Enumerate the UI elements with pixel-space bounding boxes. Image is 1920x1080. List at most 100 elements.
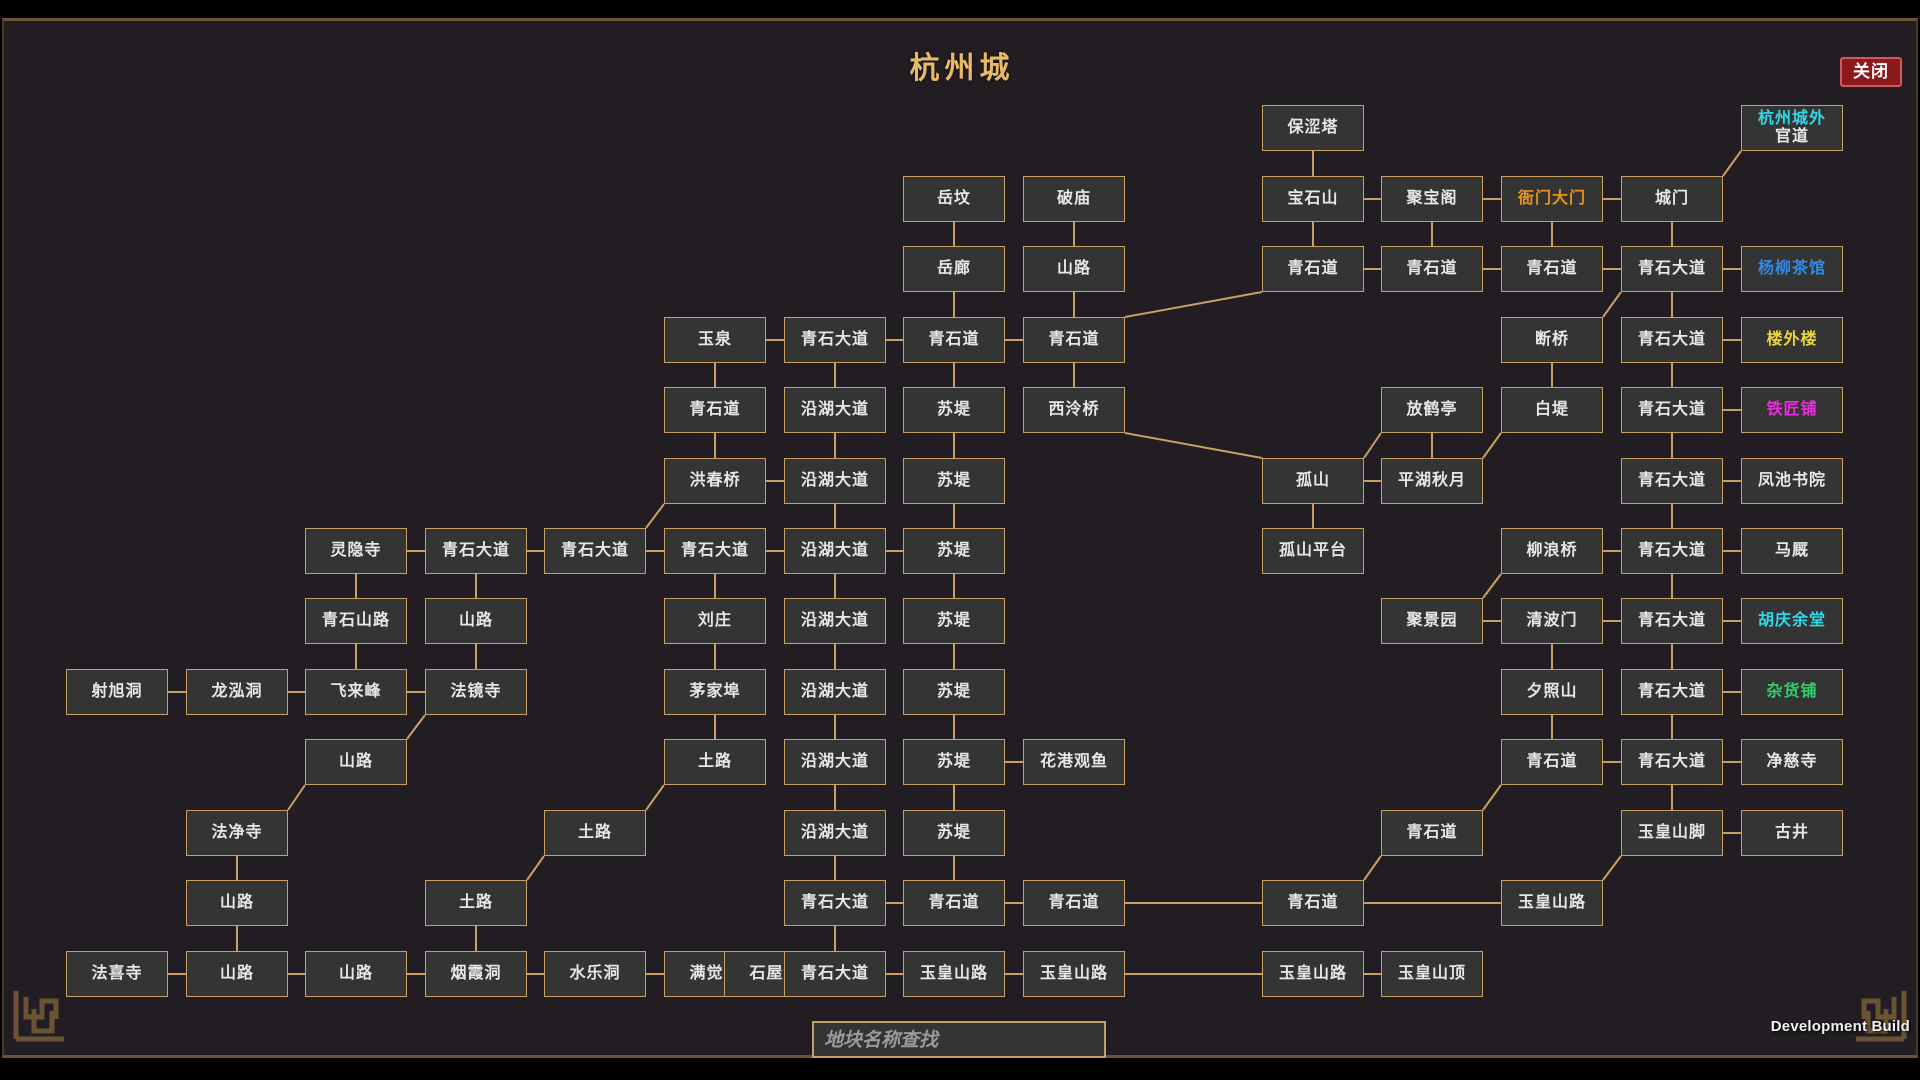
map-tile[interactable]: 刘庄 <box>664 598 766 644</box>
map-tile[interactable]: 青石大道 <box>544 528 646 574</box>
map-tile[interactable]: 清波门 <box>1501 598 1603 644</box>
map-tile[interactable]: 放鹤亭 <box>1381 387 1483 433</box>
map-tile[interactable]: 沿湖大道 <box>784 458 886 504</box>
map-tile[interactable]: 苏堤 <box>903 810 1005 856</box>
map-tile[interactable]: 青石大道 <box>1621 669 1723 715</box>
map-tile[interactable]: 沿湖大道 <box>784 669 886 715</box>
map-tile[interactable]: 聚宝阁 <box>1381 176 1483 222</box>
map-tile[interactable]: 苏堤 <box>903 739 1005 785</box>
tile-search-box[interactable] <box>812 1021 1106 1058</box>
map-tile[interactable]: 青石大道 <box>784 951 886 997</box>
map-tile[interactable]: 苏堤 <box>903 458 1005 504</box>
map-tile[interactable]: 苏堤 <box>903 528 1005 574</box>
map-tile[interactable]: 衙门大门 <box>1501 176 1603 222</box>
map-tile[interactable]: 玉皇山顶 <box>1381 951 1483 997</box>
map-tile[interactable]: 青石道 <box>1381 246 1483 292</box>
map-tile[interactable]: 平湖秋月 <box>1381 458 1483 504</box>
map-tile[interactable]: 宝石山 <box>1262 176 1364 222</box>
map-tile[interactable]: 青石道 <box>903 317 1005 363</box>
map-tile[interactable]: 飞来峰 <box>305 669 407 715</box>
map-tile[interactable]: 杂货铺 <box>1741 669 1843 715</box>
map-tile[interactable]: 玉皇山路 <box>1262 951 1364 997</box>
map-tile[interactable]: 土路 <box>544 810 646 856</box>
map-tile[interactable]: 苏堤 <box>903 669 1005 715</box>
map-tile[interactable]: 胡庆余堂 <box>1741 598 1843 644</box>
map-tile[interactable]: 沿湖大道 <box>784 810 886 856</box>
map-tile[interactable]: 沿湖大道 <box>784 739 886 785</box>
map-tile[interactable]: 沿湖大道 <box>784 387 886 433</box>
map-tile[interactable]: 柳浪桥 <box>1501 528 1603 574</box>
map-tile[interactable]: 凤池书院 <box>1741 458 1843 504</box>
map-tile[interactable]: 孤山平台 <box>1262 528 1364 574</box>
map-tile[interactable]: 灵隐寺 <box>305 528 407 574</box>
map-tile[interactable]: 西泠桥 <box>1023 387 1125 433</box>
map-tile[interactable]: 青石道 <box>1501 739 1603 785</box>
map-tile[interactable]: 玉皇山路 <box>1023 951 1125 997</box>
map-tile[interactable]: 法净寺 <box>186 810 288 856</box>
map-tile[interactable]: 青石道 <box>1501 246 1603 292</box>
map-tile[interactable]: 青石大道 <box>784 880 886 926</box>
map-tile[interactable]: 古井 <box>1741 810 1843 856</box>
map-tile[interactable]: 玉皇山脚 <box>1621 810 1723 856</box>
map-tile[interactable]: 洪春桥 <box>664 458 766 504</box>
map-tile[interactable]: 苏堤 <box>903 387 1005 433</box>
map-tile[interactable]: 马厩 <box>1741 528 1843 574</box>
map-tile[interactable]: 山路 <box>425 598 527 644</box>
map-tile[interactable]: 青石大道 <box>425 528 527 574</box>
map-tile[interactable]: 青石山路 <box>305 598 407 644</box>
map-tile[interactable]: 铁匠铺 <box>1741 387 1843 433</box>
map-tile[interactable]: 青石道 <box>1381 810 1483 856</box>
map-tile[interactable]: 土路 <box>664 739 766 785</box>
map-tile[interactable]: 山路 <box>1023 246 1125 292</box>
map-tile[interactable]: 杨柳茶馆 <box>1741 246 1843 292</box>
map-tile[interactable]: 法喜寺 <box>66 951 168 997</box>
map-tile[interactable]: 青石大道 <box>1621 598 1723 644</box>
map-tile[interactable]: 沿湖大道 <box>784 598 886 644</box>
map-tile[interactable]: 沿湖大道 <box>784 528 886 574</box>
map-tile[interactable]: 青石大道 <box>1621 387 1723 433</box>
map-tile[interactable]: 玉泉 <box>664 317 766 363</box>
map-tile[interactable]: 法镜寺 <box>425 669 527 715</box>
map-tile[interactable]: 杭州城外官道 <box>1741 105 1843 151</box>
map-tile[interactable]: 夕照山 <box>1501 669 1603 715</box>
map-tile[interactable]: 山路 <box>186 951 288 997</box>
map-tile[interactable]: 射旭洞 <box>66 669 168 715</box>
map-tile[interactable]: 青石大道 <box>784 317 886 363</box>
map-tile[interactable]: 断桥 <box>1501 317 1603 363</box>
map-tile[interactable]: 青石道 <box>664 387 766 433</box>
map-tile[interactable]: 青石道 <box>1262 246 1364 292</box>
map-tile[interactable]: 青石道 <box>903 880 1005 926</box>
map-tile[interactable]: 孤山 <box>1262 458 1364 504</box>
map-tile[interactable]: 保涩塔 <box>1262 105 1364 151</box>
map-tile[interactable]: 山路 <box>305 951 407 997</box>
map-tile[interactable]: 玉皇山路 <box>903 951 1005 997</box>
map-tile[interactable]: 青石大道 <box>1621 458 1723 504</box>
map-tile[interactable]: 青石道 <box>1023 317 1125 363</box>
map-tile[interactable]: 聚景园 <box>1381 598 1483 644</box>
map-tile[interactable]: 岳坟 <box>903 176 1005 222</box>
search-input[interactable] <box>814 1023 1104 1056</box>
map-tile[interactable]: 青石大道 <box>1621 528 1723 574</box>
map-tile[interactable]: 岳廊 <box>903 246 1005 292</box>
map-tile[interactable]: 白堤 <box>1501 387 1603 433</box>
map-tile[interactable]: 城门 <box>1621 176 1723 222</box>
map-tile[interactable]: 青石大道 <box>664 528 766 574</box>
map-tile[interactable]: 破庙 <box>1023 176 1125 222</box>
map-tile[interactable]: 楼外楼 <box>1741 317 1843 363</box>
map-tile[interactable]: 龙泓洞 <box>186 669 288 715</box>
map-tile[interactable]: 青石道 <box>1023 880 1125 926</box>
map-tile[interactable]: 玉皇山路 <box>1501 880 1603 926</box>
map-tile[interactable]: 青石大道 <box>1621 317 1723 363</box>
map-tile[interactable]: 山路 <box>305 739 407 785</box>
map-tile[interactable]: 山路 <box>186 880 288 926</box>
map-tile[interactable]: 茅家埠 <box>664 669 766 715</box>
map-tile[interactable]: 苏堤 <box>903 598 1005 644</box>
map-tile[interactable]: 烟霞洞 <box>425 951 527 997</box>
map-tile[interactable]: 青石道 <box>1262 880 1364 926</box>
map-tile[interactable]: 土路 <box>425 880 527 926</box>
map-tile[interactable]: 净慈寺 <box>1741 739 1843 785</box>
map-tile[interactable]: 水乐洞 <box>544 951 646 997</box>
map-tile[interactable]: 青石大道 <box>1621 246 1723 292</box>
map-tile[interactable]: 青石大道 <box>1621 739 1723 785</box>
map-tile[interactable]: 花港观鱼 <box>1023 739 1125 785</box>
